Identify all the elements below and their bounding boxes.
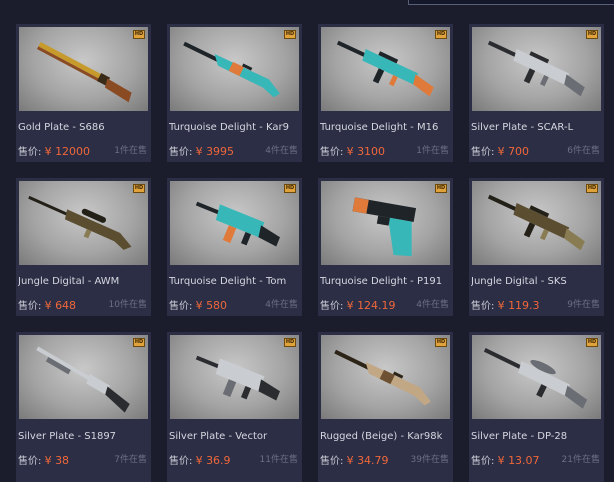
weapon-image: HD [170,27,299,111]
price-label: 售价: [18,147,42,158]
price-row: 售价: ¥ 36.9 11件在售 [169,452,300,467]
price-value: ¥ 648 [44,299,77,312]
item-card[interactable]: HD Jungle Digital - AWM 售价: ¥ 648 10件在售 [16,178,151,316]
weapon-image: HD [170,335,299,419]
price-row: 售价: ¥ 580 4件在售 [169,297,300,312]
item-card[interactable]: HD Turquoise Delight - M16 售价: ¥ 3100 1件… [318,24,453,162]
stock-count: 4件在售 [265,300,298,310]
item-card[interactable]: HD Turquoise Delight - Kar9 售价: ¥ 3995 4… [167,24,302,162]
stock-count: 1件在售 [416,146,449,156]
weapon-image: HD [472,181,601,265]
item-card[interactable]: HD Rugged (Beige) - Kar98k 售价: ¥ 34.79 3… [318,332,453,482]
price-row: 售价: ¥ 12000 1件在售 [18,143,149,158]
item-card[interactable]: HD Silver Plate - S1897 售价: ¥ 38 7件在售 [16,332,151,482]
price-value: ¥ 34.79 [346,454,389,467]
item-name: Turquoise Delight - Tom [169,276,287,287]
item-name: Turquoise Delight - Kar9 [169,122,289,133]
item-name: Turquoise Delight - P191 [320,276,443,287]
stock-count: 39件在售 [410,455,449,465]
hd-badge-icon: HD [435,184,447,193]
hd-badge-icon: HD [586,338,598,347]
item-name: Gold Plate - S686 [18,122,105,133]
item-name: Silver Plate - Vector [169,431,268,442]
item-card[interactable]: HD Turquoise Delight - Tom 售价: ¥ 580 4件在… [167,178,302,316]
weapon-image: HD [19,27,148,111]
price-value: ¥ 12000 [44,145,91,158]
price-row: 售价: ¥ 124.19 4件在售 [320,297,451,312]
price-label: 售价: [18,301,42,312]
item-name: Silver Plate - SCAR-L [471,122,574,133]
price-label: 售价: [471,147,495,158]
price-row: 售价: ¥ 3100 1件在售 [320,143,451,158]
price-row: 售价: ¥ 700 6件在售 [471,143,602,158]
weapon-image: HD [321,181,450,265]
item-grid: HD Gold Plate - S686 售价: ¥ 12000 1件在售 HD… [16,24,604,482]
hd-badge-icon: HD [435,30,447,39]
price-value: ¥ 3995 [195,145,235,158]
price-label: 售价: [169,301,193,312]
price-row: 售价: ¥ 648 10件在售 [18,297,149,312]
hd-badge-icon: HD [284,184,296,193]
hd-badge-icon: HD [284,30,296,39]
price-value: ¥ 580 [195,299,228,312]
item-name: Silver Plate - DP-28 [471,431,568,442]
price-row: 售价: ¥ 13.07 21件在售 [471,452,602,467]
stock-count: 4件在售 [265,146,298,156]
price-label: 售价: [169,456,193,467]
item-card[interactable]: HD Jungle Digital - SKS 售价: ¥ 119.3 9件在售 [469,178,604,316]
hd-badge-icon: HD [133,184,145,193]
price-label: 售价: [471,456,495,467]
weapon-image: HD [19,181,148,265]
item-card[interactable]: HD Gold Plate - S686 售价: ¥ 12000 1件在售 [16,24,151,162]
item-name: Jungle Digital - SKS [471,276,567,287]
price-value: ¥ 124.19 [346,299,396,312]
price-label: 售价: [18,456,42,467]
hd-badge-icon: HD [133,30,145,39]
price-label: 售价: [320,301,344,312]
price-label: 售价: [169,147,193,158]
price-label: 售价: [471,301,495,312]
price-label: 售价: [320,456,344,467]
item-name: Silver Plate - S1897 [18,431,117,442]
price-value: ¥ 13.07 [497,454,540,467]
weapon-image: HD [19,335,148,419]
price-row: 售价: ¥ 38 7件在售 [18,452,149,467]
stock-count: 21件在售 [561,455,600,465]
item-name: Turquoise Delight - M16 [320,122,439,133]
price-row: 售价: ¥ 3995 4件在售 [169,143,300,158]
item-card[interactable]: HD Silver Plate - Vector 售价: ¥ 36.9 11件在… [167,332,302,482]
price-value: ¥ 38 [44,454,70,467]
price-value: ¥ 119.3 [497,299,540,312]
search-box[interactable] [408,0,614,5]
stock-count: 4件在售 [416,300,449,310]
price-row: 售价: ¥ 34.79 39件在售 [320,452,451,467]
stock-count: 9件在售 [567,300,600,310]
weapon-image: HD [170,181,299,265]
price-value: ¥ 700 [497,145,530,158]
hd-badge-icon: HD [284,338,296,347]
stock-count: 11件在售 [259,455,298,465]
price-value: ¥ 36.9 [195,454,231,467]
weapon-image: HD [321,335,450,419]
stock-count: 7件在售 [114,455,147,465]
weapon-image: HD [472,335,601,419]
weapon-image: HD [472,27,601,111]
price-label: 售价: [320,147,344,158]
price-value: ¥ 3100 [346,145,386,158]
stock-count: 1件在售 [114,146,147,156]
stock-count: 10件在售 [108,300,147,310]
hd-badge-icon: HD [435,338,447,347]
item-card[interactable]: HD Turquoise Delight - P191 售价: ¥ 124.19… [318,178,453,316]
weapon-image: HD [321,27,450,111]
hd-badge-icon: HD [586,184,598,193]
item-card[interactable]: HD Silver Plate - DP-28 售价: ¥ 13.07 21件在… [469,332,604,482]
stock-count: 6件在售 [567,146,600,156]
price-row: 售价: ¥ 119.3 9件在售 [471,297,602,312]
item-name: Jungle Digital - AWM [18,276,120,287]
item-card[interactable]: HD Silver Plate - SCAR-L 售价: ¥ 700 6件在售 [469,24,604,162]
item-name: Rugged (Beige) - Kar98k [320,431,443,442]
hd-badge-icon: HD [586,30,598,39]
hd-badge-icon: HD [133,338,145,347]
